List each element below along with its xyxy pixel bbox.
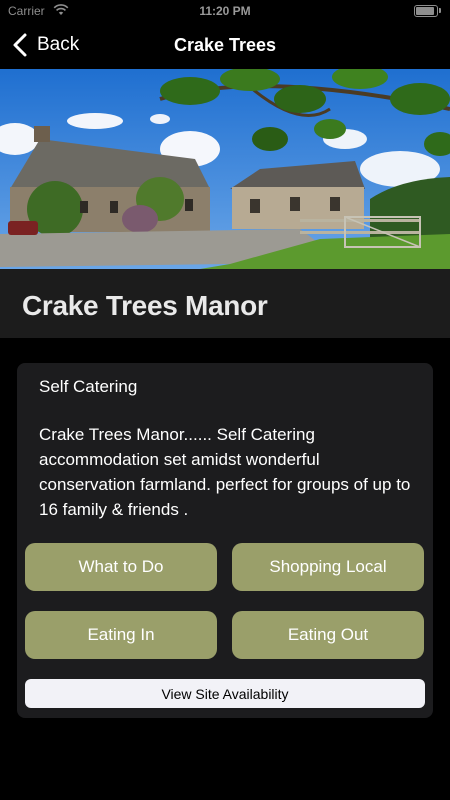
- navigation-bar: Back Crake Trees: [0, 22, 450, 68]
- eating-in-button[interactable]: Eating In: [25, 611, 217, 659]
- status-time: 11:20 PM: [199, 4, 251, 18]
- battery-icon: [414, 5, 438, 17]
- place-title: Crake Trees Manor: [22, 290, 268, 321]
- description-text: Crake Trees Manor...... Self Catering ac…: [39, 425, 411, 519]
- nav-title: Crake Trees: [173, 35, 277, 55]
- farmhouse-photo: [0, 69, 450, 269]
- what-to-do-button[interactable]: What to Do: [25, 543, 217, 591]
- hero-image: [0, 69, 450, 269]
- eating-out-button[interactable]: Eating Out: [232, 611, 424, 659]
- title-band: Crake Trees Manor: [0, 269, 450, 338]
- status-bar: Carrier 11:20 PM: [0, 0, 450, 22]
- view-availability-button[interactable]: View Site Availability: [25, 679, 425, 708]
- info-card: Self Catering Crake Trees Manor...... Se…: [17, 363, 433, 718]
- category-label: Self Catering: [39, 377, 138, 396]
- shopping-local-button[interactable]: Shopping Local: [232, 543, 424, 591]
